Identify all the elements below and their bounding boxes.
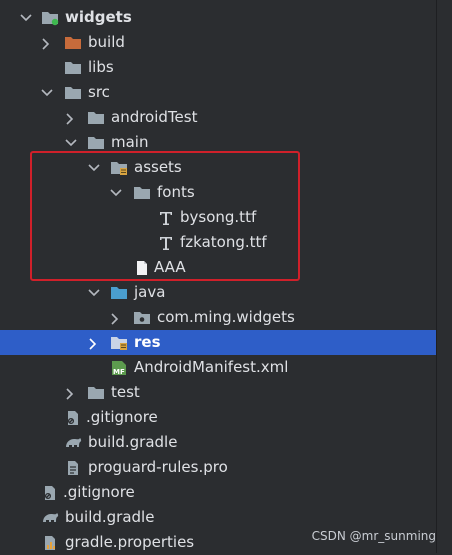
package-icon xyxy=(133,305,151,330)
tree-row-label: build.gradle xyxy=(65,508,155,526)
chevron-down-icon[interactable] xyxy=(41,80,53,105)
chevron-right-icon[interactable] xyxy=(110,305,122,330)
chevron-right-icon[interactable] xyxy=(41,30,53,55)
tree-row-package[interactable]: com.ming.widgets xyxy=(0,305,452,330)
watermark: CSDN @mr_sunming xyxy=(311,529,436,543)
tree-row-androidtest[interactable]: androidTest xyxy=(0,105,452,130)
tree-row-label: proguard-rules.pro xyxy=(88,458,228,476)
tree-row-label: widgets xyxy=(65,8,132,26)
tree-row-src[interactable]: src xyxy=(0,80,452,105)
tree-row-manifest[interactable]: MF AndroidManifest.xml xyxy=(0,355,452,380)
tree-row-proguard[interactable]: proguard-rules.pro xyxy=(0,455,452,480)
tree-row-gitignore-root[interactable]: .gitignore xyxy=(0,480,452,505)
module-folder-icon xyxy=(41,5,59,30)
folder-icon xyxy=(64,55,82,80)
scrollbar-gutter[interactable] xyxy=(437,0,452,553)
tree-row-label: src xyxy=(88,83,110,101)
tree-row-build-gradle[interactable]: build.gradle xyxy=(0,430,452,455)
tree-row-label: java xyxy=(134,283,166,301)
tree-row-label: build.gradle xyxy=(88,433,178,451)
source-folder-icon xyxy=(110,280,128,305)
folder-icon xyxy=(87,380,105,405)
tree-row-label: AndroidManifest.xml xyxy=(134,358,289,376)
svg-text:MF: MF xyxy=(113,368,125,376)
folder-icon xyxy=(87,105,105,130)
tree-row-label: libs xyxy=(88,58,114,76)
tree-row-label: .gitignore xyxy=(86,408,158,426)
gitignore-file-icon xyxy=(41,480,59,505)
tree-row-gitignore[interactable]: .gitignore xyxy=(0,405,452,430)
tree-row-label: .gitignore xyxy=(63,483,135,501)
chevron-right-icon[interactable] xyxy=(65,380,77,405)
tree-row-label: test xyxy=(111,383,140,401)
tree-row-label: build xyxy=(88,33,125,51)
tree-row-label: com.ming.widgets xyxy=(157,308,295,326)
gitignore-file-icon xyxy=(64,405,82,430)
excluded-folder-icon xyxy=(64,30,82,55)
folder-icon xyxy=(64,80,82,105)
chevron-right-icon[interactable] xyxy=(88,330,100,355)
tree-row-label: gradle.properties xyxy=(65,533,195,551)
manifest-file-icon: MF xyxy=(110,355,128,380)
gradle-icon xyxy=(64,430,82,455)
tree-row-java[interactable]: java xyxy=(0,280,452,305)
chevron-down-icon[interactable] xyxy=(88,280,100,305)
chevron-right-icon[interactable] xyxy=(65,105,77,130)
properties-file-icon xyxy=(41,530,59,555)
tree-row-build-gradle-root[interactable]: build.gradle xyxy=(0,505,452,530)
annotation-highlight-box xyxy=(30,151,300,281)
gradle-icon xyxy=(41,505,59,530)
chevron-down-icon[interactable] xyxy=(20,5,32,30)
resource-folder-icon xyxy=(110,330,128,355)
tree-row-build[interactable]: build xyxy=(0,30,452,55)
tree-row-test[interactable]: test xyxy=(0,380,452,405)
tree-row-label: androidTest xyxy=(111,108,198,126)
tree-row-libs[interactable]: libs xyxy=(0,55,452,80)
tree-row-widgets[interactable]: widgets xyxy=(0,5,452,30)
config-file-icon xyxy=(64,455,82,480)
tree-row-label: res xyxy=(134,333,161,351)
tree-row-res[interactable]: res xyxy=(0,330,452,355)
